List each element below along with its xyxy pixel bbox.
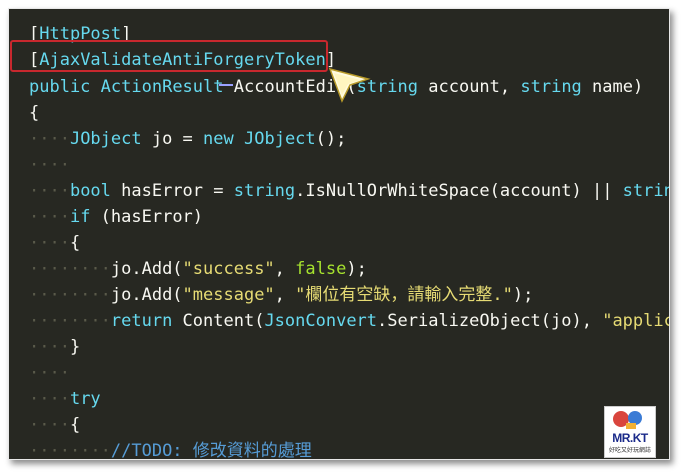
keyword-new: new (203, 129, 234, 149)
logo-graphic (613, 411, 642, 429)
string-applica: "applica (602, 311, 669, 331)
mrkt-logo-icon: MR.KT 好吃又好玩網誌 (604, 406, 656, 458)
brace-open: { (69, 233, 81, 253)
code-line-9: ····{ (29, 233, 81, 253)
keyword-if: if (69, 207, 91, 227)
type-jsonconvert: JsonConvert (264, 311, 378, 331)
code-text: ); (512, 285, 534, 305)
code-text: (hasError) (90, 207, 204, 227)
param-account: account, (418, 77, 521, 97)
code-line-11: ········jo.Add("message", "欄位有空缺，請輸入完整."… (29, 285, 534, 305)
code-line-15: ····try (29, 389, 101, 409)
code-text: (); (315, 129, 347, 149)
type-jobject: JObject (244, 129, 316, 149)
mouse-pointer-icon (328, 67, 371, 103)
code-line-4: { (29, 100, 39, 126)
code-text: jo.Add( (110, 285, 183, 305)
text-cursor-marker (219, 84, 233, 86)
code-text: .IsNullOrWhiteSpace(account) || (295, 181, 623, 201)
code-line-10: ········jo.Add("success", false); (29, 259, 367, 279)
code-text: .SerializeObject(jo), (377, 311, 603, 331)
keyword-return: return (110, 311, 173, 331)
code-line-14: ···· (29, 363, 70, 383)
type-jobject: JObject (69, 129, 142, 149)
highlight-box (10, 40, 328, 72)
keyword-try: try (69, 389, 101, 409)
keyword-public: public (29, 77, 91, 97)
string-success: "success" (182, 259, 275, 279)
brace-close: } (69, 337, 81, 357)
code-line-13: ····} (29, 337, 81, 357)
string-message-value: "欄位有空缺，請輸入完整." (295, 285, 513, 305)
code-text: Content( (172, 311, 265, 331)
type-actionresult: ActionResult (100, 77, 224, 97)
string-message: "message" (182, 285, 275, 305)
code-line-8: ····if (hasError) (29, 207, 204, 227)
brace-open: { (29, 103, 40, 123)
code-line-17: ········//TODO: 修改資料的處理 (29, 441, 312, 459)
keyword-bool: bool (69, 181, 111, 201)
type-string: string (622, 181, 669, 201)
brace-open: { (69, 415, 81, 435)
logo-title: MR.KT (612, 431, 648, 445)
param-name: name) (581, 77, 644, 97)
code-text: jo = (141, 129, 204, 149)
code-line-6: ···· (29, 155, 70, 175)
code-text: , (274, 285, 296, 305)
bool-false: false (295, 259, 347, 279)
code-line-12: ········return Content(JsonConvert.Seria… (29, 308, 669, 334)
type-string: string (233, 181, 296, 201)
code-text: jo.Add( (110, 259, 183, 279)
code-text: hasError = (110, 181, 234, 201)
comment-todo: //TODO: 修改資料的處理 (110, 441, 312, 459)
code-text: ); (346, 259, 367, 279)
type-string: string (520, 77, 582, 97)
logo-subtitle: 好吃又好玩網誌 (608, 448, 651, 454)
code-line-7: ····bool hasError = string.IsNullOrWhite… (29, 178, 669, 204)
code-line-16: ····{ (29, 415, 81, 435)
code-line-5: ····JObject jo = new JObject(); (29, 129, 347, 149)
code-text: , (274, 259, 296, 279)
